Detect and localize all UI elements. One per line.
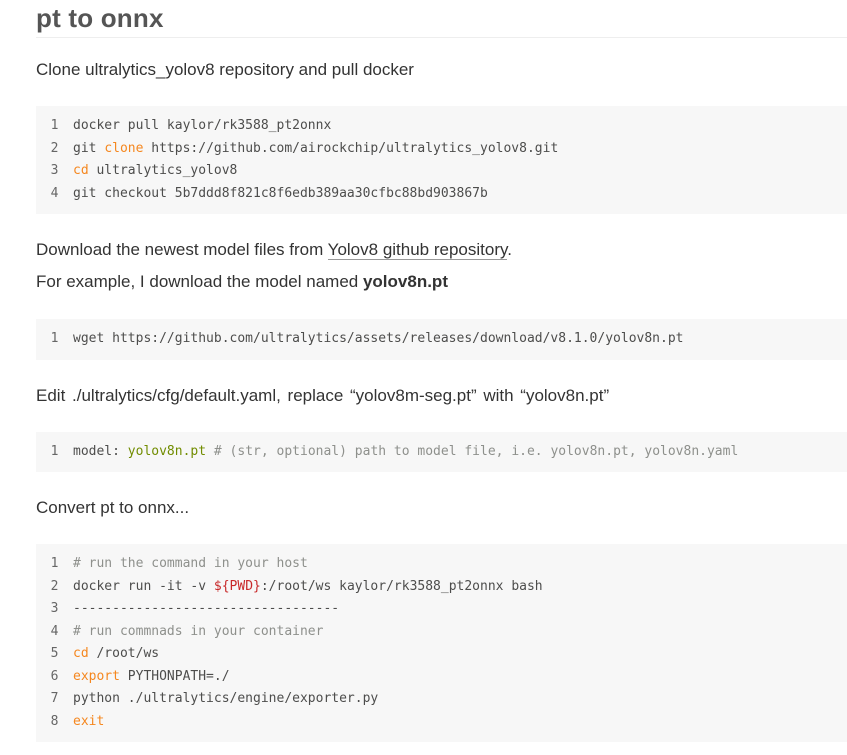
code-token: # run the command in your host	[73, 556, 308, 571]
paragraph-download: Download the newest model files from Yol…	[36, 238, 847, 262]
code-token: ----------------------------------	[73, 601, 340, 616]
line-number: 1	[50, 443, 59, 459]
code-token: git checkout 5b7ddd8f821c8f6edb389aa30cf…	[73, 185, 488, 201]
line-number: 5	[50, 646, 59, 661]
paragraph-example: For example, I download the model named …	[36, 270, 847, 294]
model-name: yolov8n.pt	[362, 272, 448, 291]
code-token: cd	[73, 163, 89, 178]
code-block-clone: 1 docker pull kaylor/rk3588_pt2onnx 2 git c…	[36, 106, 847, 214]
code-line: 7 python ./ultralytics/engine/exporter.py	[36, 688, 847, 711]
line-number: 2	[50, 578, 59, 594]
code-token: docker pull kaylor/rk3588_pt2onnx	[73, 118, 332, 133]
code-token: exit	[73, 713, 105, 729]
code-text: # run commnads in your container	[73, 621, 847, 644]
code-line: 1 # run the command in your host	[36, 553, 847, 576]
code-text: git clone https://github.com/airockchip/…	[73, 138, 847, 161]
code-token: wget https://github.com/ultralytics/asse…	[73, 331, 684, 346]
download-suffix: .	[507, 240, 512, 259]
code-token: # (str, optional) path to model file, i.…	[206, 443, 739, 459]
yolov8-repo-link[interactable]: Yolov8 github repository	[327, 240, 508, 260]
code-token: model:	[73, 443, 128, 459]
line-number: 3	[50, 601, 59, 616]
code-line: 1 docker pull kaylor/rk3588_pt2onnx	[36, 115, 847, 138]
section-heading: pt to onnx	[36, 0, 847, 38]
example-text: For example, I download the model named	[36, 272, 363, 291]
code-line: 1 model: yolov8n.pt # (str, optional) pat…	[36, 441, 847, 464]
code-token: # run commnads in your container	[73, 623, 324, 639]
code-line: 2 git clone https://github.com/airockchip…	[36, 138, 847, 161]
code-line: 2 docker run -it -v ${PWD}:/root/ws kaylo…	[36, 576, 847, 599]
code-line: 3 cd ultralytics_yolov8	[36, 160, 847, 183]
download-text: Download the newest model files from	[36, 240, 328, 259]
code-token: ${PWD}	[213, 578, 261, 594]
line-number: 2	[50, 140, 59, 156]
code-line: 3 ----------------------------------	[36, 598, 847, 621]
line-number: 1	[50, 556, 59, 571]
line-number: 8	[50, 713, 59, 729]
code-text: export PYTHONPATH=./	[73, 666, 847, 689]
code-token: clone	[104, 140, 144, 156]
code-block-yaml: 1 model: yolov8n.pt # (str, optional) pat…	[36, 431, 847, 472]
paragraph-convert: Convert pt to onnx...	[36, 498, 190, 517]
line-number: 4	[50, 185, 59, 201]
code-line: 4 # run commnads in your container	[36, 621, 847, 644]
code-token: :/root/ws kaylor/rk3588_pt2onnx bash	[260, 578, 543, 594]
code-token: export	[73, 668, 120, 684]
line-number: 3	[50, 163, 59, 178]
code-text: docker pull kaylor/rk3588_pt2onnx	[73, 115, 847, 138]
paragraph-edit: Edit ./ultralytics/cfg/default.yaml, rep…	[36, 385, 610, 405]
code-line: 5 cd /root/ws	[36, 643, 847, 666]
line-number: 7	[50, 691, 59, 706]
paragraph-clone: Clone ultralytics_yolov8 repository and …	[36, 60, 414, 79]
code-token: python ./ultralytics/engine/exporter.py	[73, 691, 379, 706]
code-line: 1 wget https://github.com/ultralytics/ass…	[36, 328, 847, 351]
line-number: 1	[50, 331, 59, 346]
code-line: 6 export PYTHONPATH=./	[36, 666, 847, 689]
code-token: PYTHONPATH=./	[119, 668, 230, 684]
article-content: pt to onnx Clone ultralytics_yolov8 repo…	[36, 0, 847, 742]
code-text: # run the command in your host	[73, 553, 847, 576]
code-line: 8 exit	[36, 711, 847, 734]
line-number: 1	[50, 118, 59, 133]
code-token: cd	[73, 646, 89, 661]
line-number: 4	[50, 623, 59, 639]
code-text: python ./ultralytics/engine/exporter.py	[73, 688, 847, 711]
code-token: https://github.com/airockchip/ultralytic…	[143, 140, 559, 156]
code-text: cd ultralytics_yolov8	[73, 160, 847, 183]
code-text: wget https://github.com/ultralytics/asse…	[73, 328, 847, 351]
code-token: ultralytics_yolov8	[88, 163, 238, 178]
code-block-convert: 1 # run the command in your host 2 docker r…	[36, 544, 847, 742]
code-text: ----------------------------------	[73, 598, 847, 621]
code-text: exit	[73, 711, 847, 734]
code-block-wget: 1 wget https://github.com/ultralytics/ass…	[36, 319, 847, 360]
code-token: docker run -it -v	[73, 578, 214, 594]
code-token: git	[73, 140, 105, 156]
code-text: model: yolov8n.pt # (str, optional) path…	[73, 441, 847, 464]
line-number: 6	[50, 668, 59, 684]
code-text: git checkout 5b7ddd8f821c8f6edb389aa30cf…	[73, 183, 847, 206]
code-token: /root/ws	[88, 646, 160, 661]
code-text: cd /root/ws	[73, 643, 847, 666]
code-token: yolov8n.pt	[127, 443, 207, 459]
code-text: docker run -it -v ${PWD}:/root/ws kaylor…	[73, 576, 847, 599]
code-line: 4 git checkout 5b7ddd8f821c8f6edb389aa30c…	[36, 183, 847, 206]
